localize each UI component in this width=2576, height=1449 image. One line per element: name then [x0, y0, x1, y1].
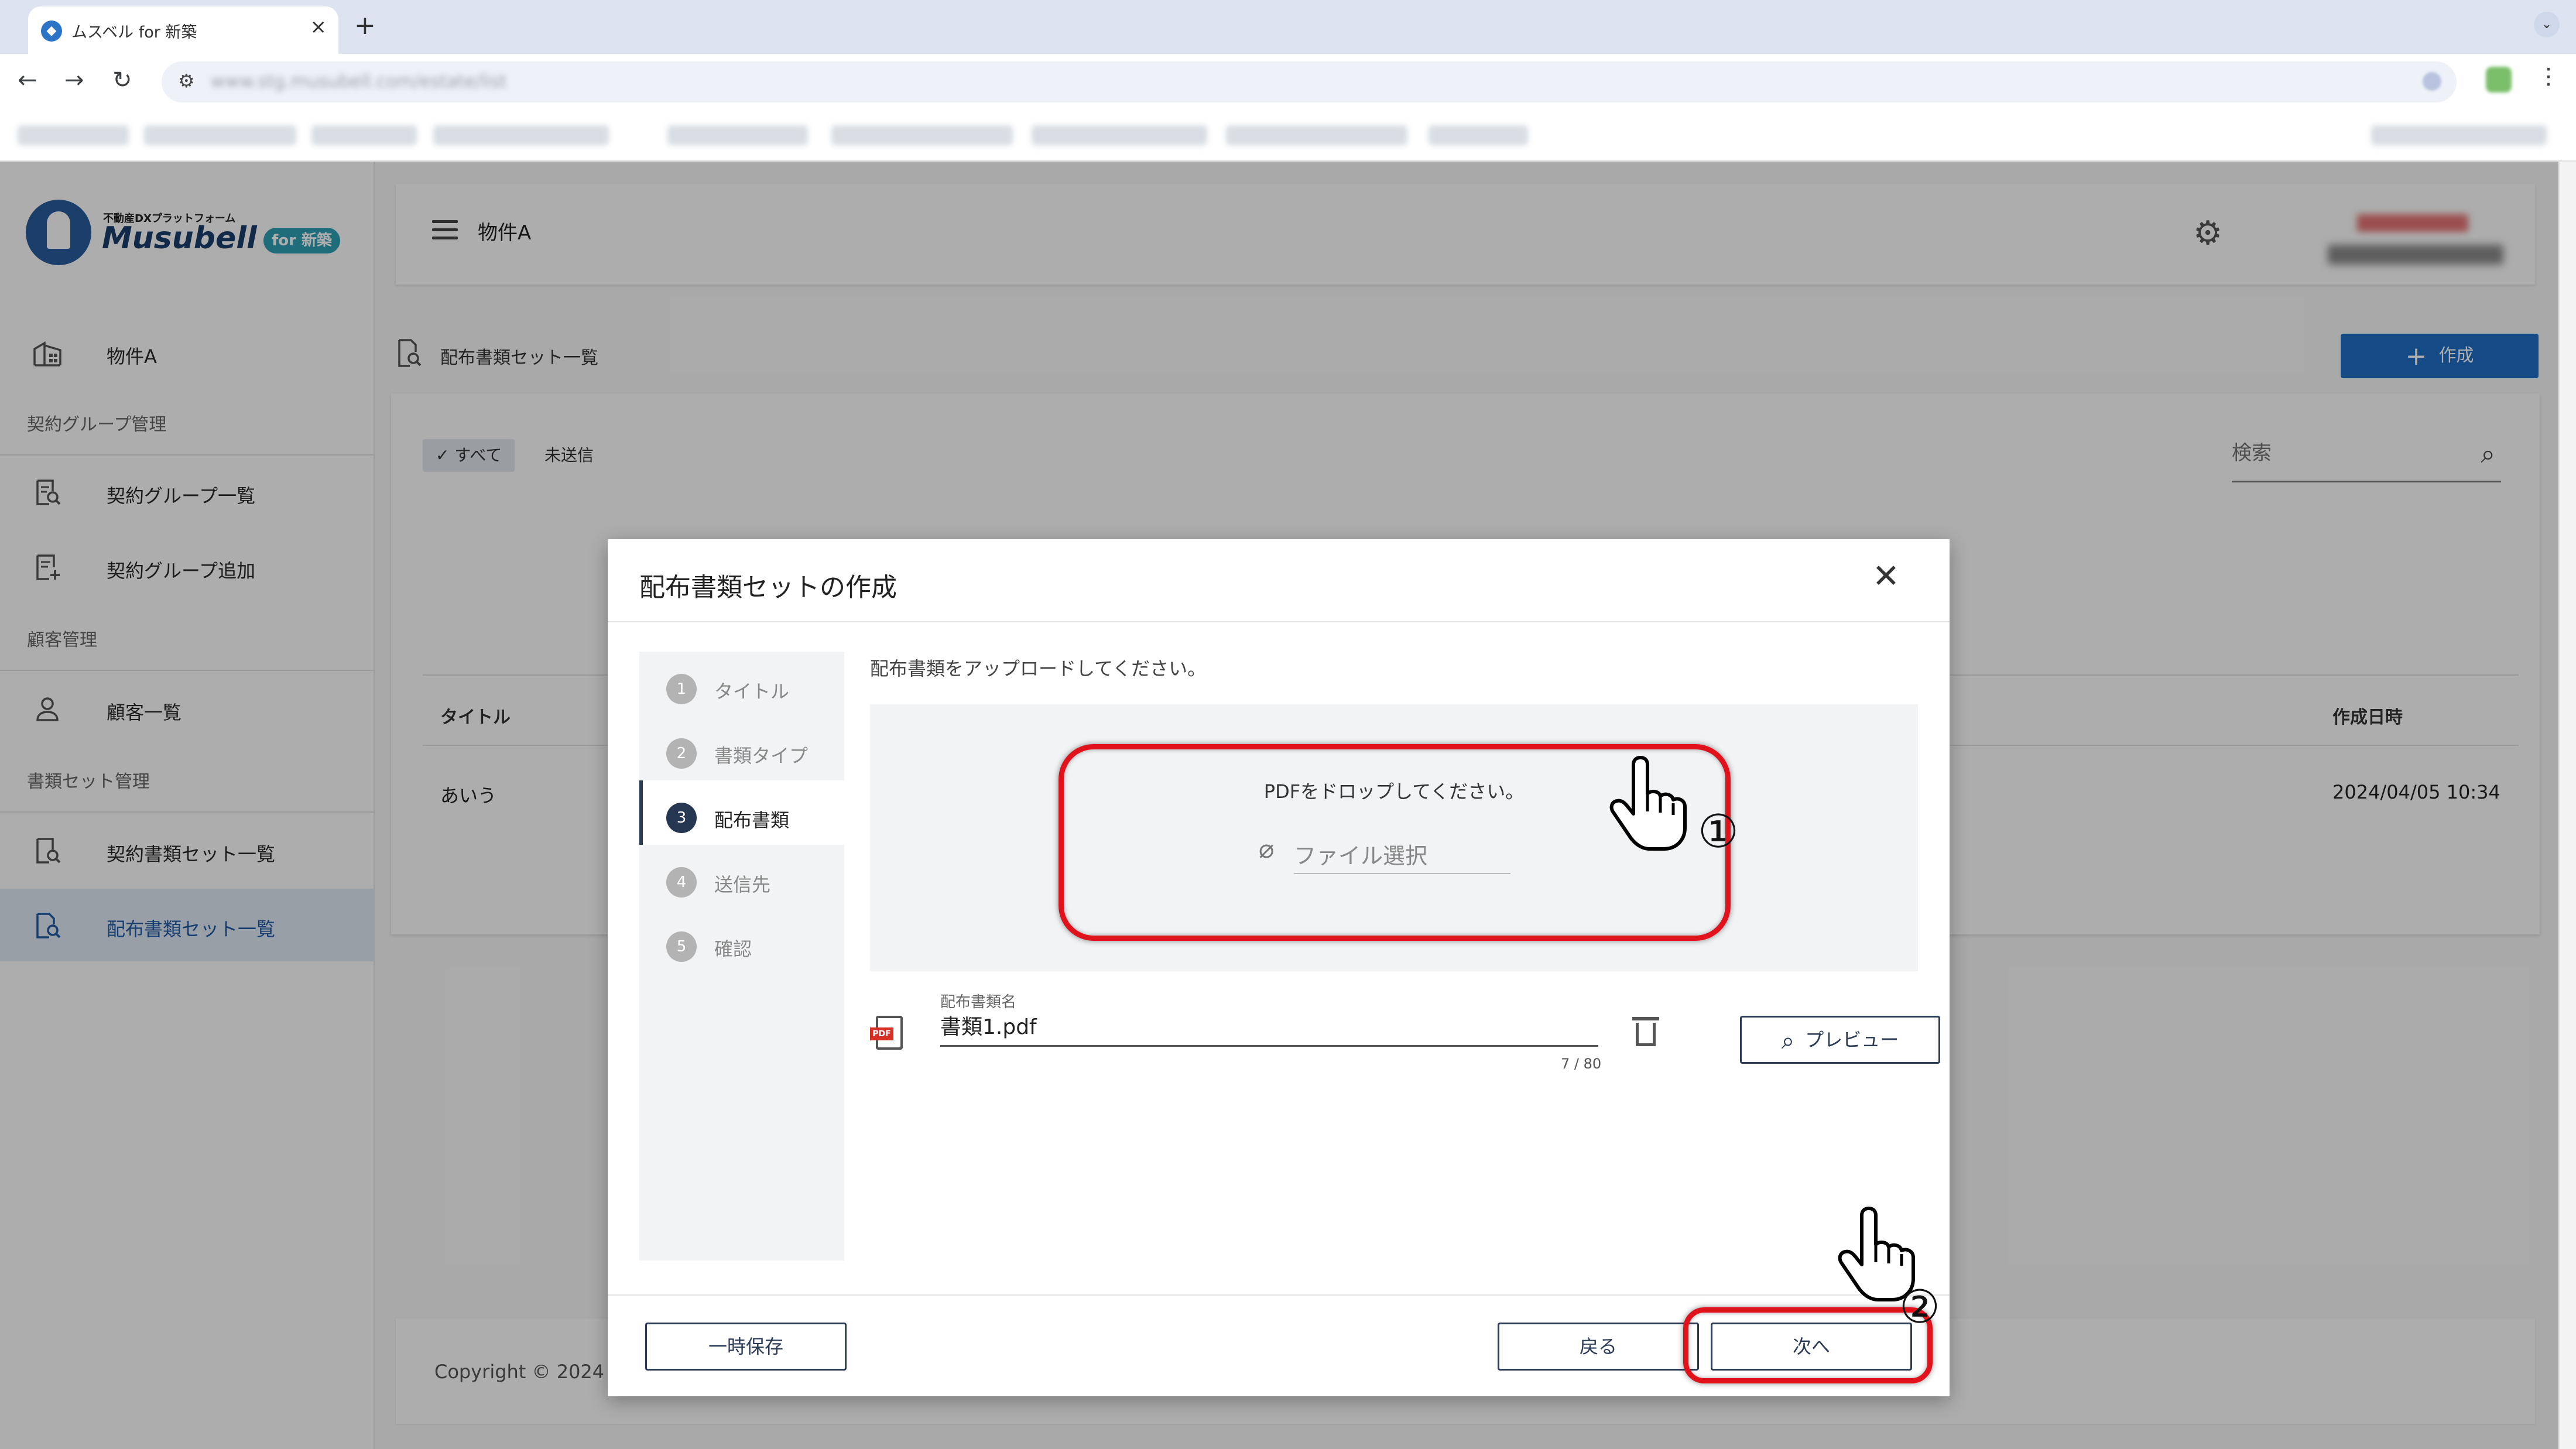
step-number: 4: [666, 867, 697, 898]
bookmark-star-icon[interactable]: [2423, 72, 2441, 91]
step-label: 送信先: [714, 873, 771, 896]
bookmark-item[interactable]: [433, 125, 609, 145]
step-label: 確認: [714, 938, 752, 960]
back-arrow-icon[interactable]: ←: [18, 67, 37, 94]
dialog-footer-divider: [608, 1294, 1950, 1296]
upload-instruction: 配布書類をアップロードしてください。: [870, 657, 1207, 680]
bookmark-item[interactable]: [831, 125, 1013, 145]
zoom-icon: ⌕: [1781, 1027, 1795, 1054]
hand-cursor-icon: [1609, 756, 1687, 851]
preview-button-label: プレビュー: [1805, 1029, 1899, 1051]
step-recipients[interactable]: 4 送信先: [639, 845, 844, 909]
tab-search-button[interactable]: ⌄: [2534, 12, 2560, 37]
save-draft-button[interactable]: 一時保存: [645, 1323, 847, 1371]
bookmark-item[interactable]: [1429, 125, 1528, 145]
browser-tab[interactable]: ◆ ムスベル for 新築 ×: [28, 6, 338, 54]
step-distribution-documents[interactable]: 3 配布書類: [639, 780, 844, 845]
step-marker-1: ①: [1698, 806, 1739, 858]
file-name-input[interactable]: 書類1.pdf: [940, 1010, 1037, 1040]
bookmarks-bar: [0, 110, 2576, 162]
favicon-icon: ◆: [41, 20, 62, 42]
page-scrollbar[interactable]: [2558, 162, 2576, 1449]
step-number: 5: [666, 931, 697, 962]
trash-icon[interactable]: [1632, 1015, 1659, 1047]
close-icon[interactable]: ✕: [1872, 560, 1900, 593]
dialog-divider: [608, 621, 1950, 622]
dialog-title: 配布書類セットの作成: [639, 573, 897, 602]
preview-button[interactable]: ⌕ プレビュー: [1740, 1016, 1940, 1064]
step-number: 2: [666, 738, 697, 769]
step-label: タイトル: [714, 680, 790, 703]
next-button-highlight: [1683, 1307, 1933, 1383]
extension-icon[interactable]: [2486, 67, 2512, 93]
site-info-icon[interactable]: ⚙: [178, 70, 195, 92]
forward-arrow-icon[interactable]: →: [64, 67, 84, 94]
step-number: 1: [666, 674, 697, 704]
step-document-type[interactable]: 2 書類タイプ: [639, 716, 844, 780]
pdf-tag: PDF: [870, 1027, 893, 1040]
bookmark-item[interactable]: [311, 125, 417, 145]
pdf-file-icon: PDF: [870, 1016, 904, 1051]
browser-tab-strip: ◆ ムスベル for 新築 × + ⌄: [0, 0, 2576, 54]
tab-title: ムスベル for 新築: [71, 23, 197, 42]
reload-icon[interactable]: ↻: [112, 67, 132, 94]
step-label: 書類タイプ: [714, 745, 809, 767]
bookmark-item[interactable]: [144, 125, 296, 145]
url-text[interactable]: www.stg.musubell.com/estate/list: [211, 71, 507, 92]
step-title[interactable]: 1 タイトル: [639, 652, 844, 716]
step-number: 3: [666, 803, 697, 833]
bookmark-item[interactable]: [2371, 125, 2547, 145]
app-root: 不動産DXプラットフォーム Musubell for 新築 物件A 契約グループ…: [0, 162, 2558, 1449]
bookmark-item[interactable]: [1226, 125, 1407, 145]
step-label: 配布書類: [714, 809, 790, 831]
address-bar[interactable]: ⚙ www.stg.musubell.com/estate/list: [162, 61, 2457, 102]
bookmark-item[interactable]: [1032, 125, 1207, 145]
tab-close-icon[interactable]: ×: [310, 15, 327, 39]
browser-menu-icon[interactable]: ⋮: [2537, 63, 2560, 89]
bookmark-item[interactable]: [667, 125, 808, 145]
back-button[interactable]: 戻る: [1498, 1323, 1699, 1371]
browser-toolbar: ← → ↻ ⚙ www.stg.musubell.com/estate/list: [0, 54, 2576, 110]
bookmark-item[interactable]: [18, 125, 129, 145]
file-name-label: 配布書類名: [940, 994, 1017, 1011]
new-tab-button[interactable]: +: [354, 11, 376, 40]
uploaded-file-row: PDF 配布書類名 書類1.pdf 7 / 80 ⌕ プレビュー: [870, 990, 1940, 1084]
step-navigation: 1 タイトル 2 書類タイプ 3 配布書類 4 送信先 5 確認: [639, 652, 844, 1260]
char-counter: 7 / 80: [1561, 1056, 1602, 1072]
file-name-underline: [940, 1045, 1598, 1047]
step-confirm[interactable]: 5 確認: [639, 909, 844, 974]
create-docset-dialog: 配布書類セットの作成 ✕ 1 タイトル 2 書類タイプ 3 配布書類 4 送信先…: [608, 539, 1950, 1396]
step-marker-2: ②: [1899, 1281, 1940, 1334]
